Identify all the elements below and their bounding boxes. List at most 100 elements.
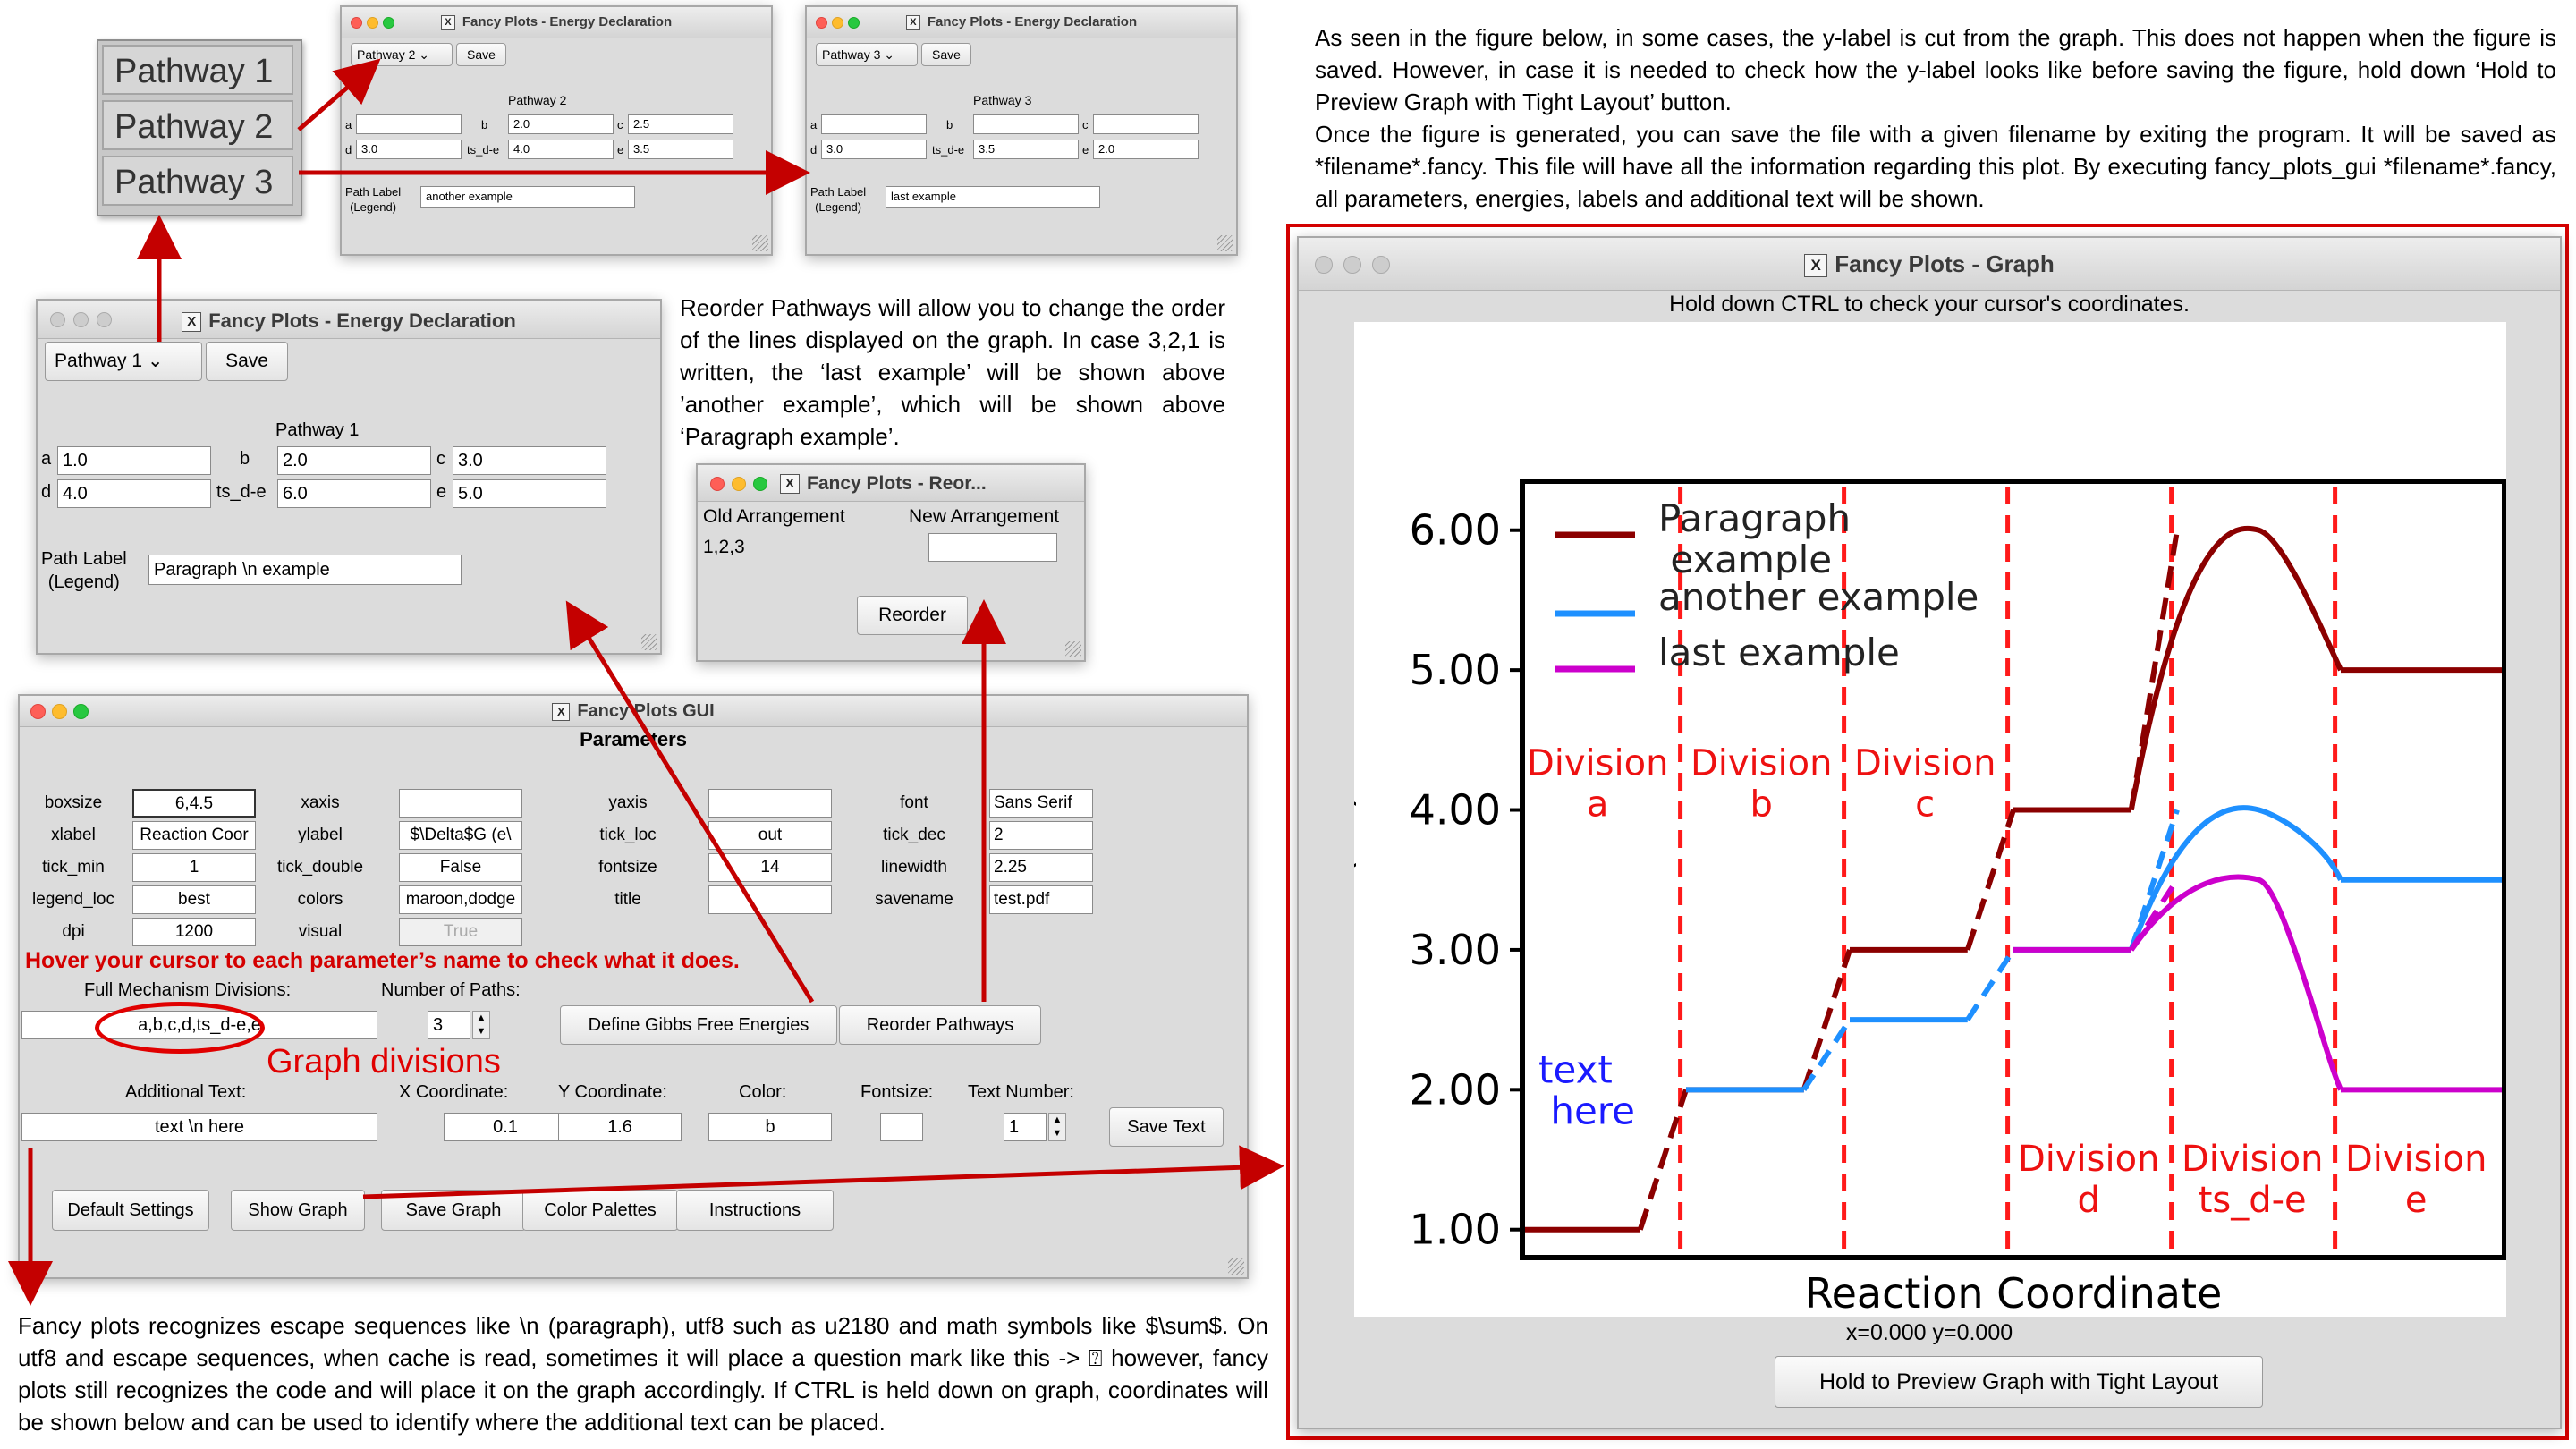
energy-input-e[interactable]: 3.5 — [628, 140, 733, 159]
param-label-linewidth[interactable]: linewidth — [852, 858, 977, 877]
show-graph-button[interactable]: Show Graph — [231, 1190, 365, 1231]
energy-input-c[interactable] — [1093, 114, 1199, 134]
save-button[interactable]: Save — [456, 43, 506, 66]
param-input-tick-dec[interactable]: 2 — [989, 821, 1093, 850]
spin-down-icon[interactable]: ▼ — [477, 1026, 487, 1037]
param-label-savename[interactable]: savename — [852, 890, 977, 910]
energy-input-c[interactable]: 3.0 — [453, 446, 606, 475]
param-input-dpi[interactable]: 1200 — [132, 918, 256, 946]
energy-input-a[interactable] — [821, 114, 927, 134]
param-label-visual[interactable]: visual — [258, 922, 383, 942]
energy-input-a[interactable]: 1.0 — [57, 446, 211, 475]
x-coordinate-input[interactable]: 0.1 — [444, 1113, 567, 1141]
define-gibbs-button[interactable]: Define Gibbs Free Energies — [560, 1005, 837, 1045]
param-input-xlabel[interactable]: Reaction Coor — [132, 821, 256, 850]
y-tick-label-1.00: 1.00 — [1410, 1206, 1501, 1254]
spin-up-icon[interactable]: ▲ — [477, 1013, 487, 1023]
fontsize-input[interactable] — [880, 1113, 923, 1141]
y-coordinate-input[interactable]: 1.6 — [558, 1113, 682, 1141]
minimize-icon[interactable] — [732, 477, 746, 491]
reorder-pathways-button[interactable]: Reorder Pathways — [839, 1005, 1041, 1045]
param-input-tick-loc[interactable]: out — [708, 821, 832, 850]
pathway-menu-item-2[interactable]: Pathway 2 — [102, 100, 293, 150]
param-label-xaxis[interactable]: xaxis — [258, 793, 383, 813]
param-input-title[interactable] — [708, 886, 832, 914]
energy-input-b[interactable] — [973, 114, 1079, 134]
param-label-title[interactable]: title — [565, 890, 691, 910]
energy-profile-chart[interactable]: ΔG (eV) Division a Division b Division c Divisi… — [1354, 322, 2506, 1317]
new-arrangement-input[interactable] — [928, 533, 1057, 562]
param-input-boxsize[interactable]: 6,4.5 — [132, 789, 256, 818]
energy-input-ts-d-e[interactable]: 6.0 — [277, 479, 431, 508]
param-label-xlabel[interactable]: xlabel — [20, 826, 136, 845]
resize-grip[interactable] — [1228, 1258, 1244, 1275]
param-input-xaxis[interactable] — [399, 789, 522, 818]
energy-input-d[interactable]: 3.0 — [821, 140, 927, 159]
param-label-font[interactable]: font — [852, 793, 977, 813]
energy-input-ts-d-e[interactable]: 3.5 — [973, 140, 1079, 159]
zoom-icon[interactable] — [753, 477, 767, 491]
param-label-fontsize[interactable]: fontsize — [565, 858, 691, 877]
param-input-tick-min[interactable]: 1 — [132, 853, 256, 882]
pathway-dropdown[interactable]: Pathway 3 ⌄ — [816, 43, 918, 66]
param-input-colors[interactable]: maroon,dodge — [399, 886, 522, 914]
param-label-legend-loc[interactable]: legend_loc — [20, 890, 136, 910]
additional-text-input[interactable]: text \n here — [21, 1113, 377, 1141]
energy-input-d[interactable]: 4.0 — [57, 479, 211, 508]
energy-input-a[interactable] — [356, 114, 462, 134]
resize-grip[interactable] — [641, 634, 657, 650]
param-input-yaxis[interactable] — [708, 789, 832, 818]
param-input-ylabel[interactable]: $\Delta$G (e\ — [399, 821, 522, 850]
energy-input-e[interactable]: 5.0 — [453, 479, 606, 508]
default-settings-button[interactable]: Default Settings — [52, 1190, 209, 1231]
graph-divisions-note: Graph divisions — [267, 1043, 501, 1080]
param-input-tick-double[interactable]: False — [399, 853, 522, 882]
energy-input-b[interactable]: 2.0 — [277, 446, 431, 475]
text-number-spinner[interactable]: ▲ ▼ — [1048, 1113, 1066, 1141]
pathway-menu-item-1[interactable]: Pathway 1 — [102, 45, 293, 95]
num-paths-input[interactable]: 3 — [428, 1011, 470, 1039]
param-label-boxsize[interactable]: boxsize — [20, 793, 136, 813]
param-input-font[interactable]: Sans Serif — [989, 789, 1093, 818]
color-input[interactable]: b — [708, 1113, 832, 1141]
save-text-button[interactable]: Save Text — [1109, 1107, 1224, 1147]
resize-grip[interactable] — [752, 235, 768, 251]
save-button[interactable]: Save — [206, 342, 288, 381]
param-input-savename[interactable]: test.pdf — [989, 886, 1093, 914]
num-paths-spinner[interactable]: ▲ ▼ — [472, 1011, 490, 1039]
param-label-tick-min[interactable]: tick_min — [20, 858, 136, 877]
param-label-yaxis[interactable]: yaxis — [565, 793, 691, 813]
tight-layout-preview-button[interactable]: Hold to Preview Graph with Tight Layout — [1775, 1356, 2263, 1408]
spin-down-icon[interactable]: ▼ — [1053, 1128, 1063, 1139]
param-label-colors[interactable]: colors — [258, 890, 383, 910]
save-graph-button[interactable]: Save Graph — [381, 1190, 526, 1231]
param-input-linewidth[interactable]: 2.25 — [989, 853, 1093, 882]
param-label-tick-double[interactable]: tick_double — [258, 858, 383, 877]
param-input-fontsize[interactable]: 14 — [708, 853, 832, 882]
legend-input[interactable]: another example — [420, 186, 635, 208]
param-input-legend-loc[interactable]: best — [132, 886, 256, 914]
energy-input-ts-d-e[interactable]: 4.0 — [508, 140, 614, 159]
resize-grip[interactable] — [1065, 641, 1081, 657]
energy-input-e[interactable]: 2.0 — [1093, 140, 1199, 159]
spin-up-icon[interactable]: ▲ — [1053, 1114, 1063, 1125]
resize-grip[interactable] — [1217, 235, 1233, 251]
legend-input[interactable]: Paragraph \n example — [148, 555, 462, 585]
param-label-ylabel[interactable]: ylabel — [258, 826, 383, 845]
energy-input-b[interactable]: 2.0 — [508, 114, 614, 134]
color-palettes-button[interactable]: Color Palettes — [522, 1190, 678, 1231]
param-label-tick-dec[interactable]: tick_dec — [852, 826, 977, 845]
close-icon[interactable] — [710, 477, 724, 491]
param-label-dpi[interactable]: dpi — [20, 922, 136, 942]
pathway-dropdown[interactable]: Pathway 1 ⌄ — [45, 342, 202, 381]
pathway-menu-item-3[interactable]: Pathway 3 — [102, 156, 293, 206]
save-button[interactable]: Save — [921, 43, 971, 66]
instructions-button[interactable]: Instructions — [676, 1190, 834, 1231]
text-number-input[interactable]: 1 — [1004, 1113, 1046, 1141]
energy-input-d[interactable]: 3.0 — [356, 140, 462, 159]
energy-input-c[interactable]: 2.5 — [628, 114, 733, 134]
param-label-tick-loc[interactable]: tick_loc — [565, 826, 691, 845]
legend-input[interactable]: last example — [886, 186, 1100, 208]
reorder-button[interactable]: Reorder — [857, 596, 968, 635]
pathway-dropdown[interactable]: Pathway 2 ⌄ — [351, 43, 453, 66]
